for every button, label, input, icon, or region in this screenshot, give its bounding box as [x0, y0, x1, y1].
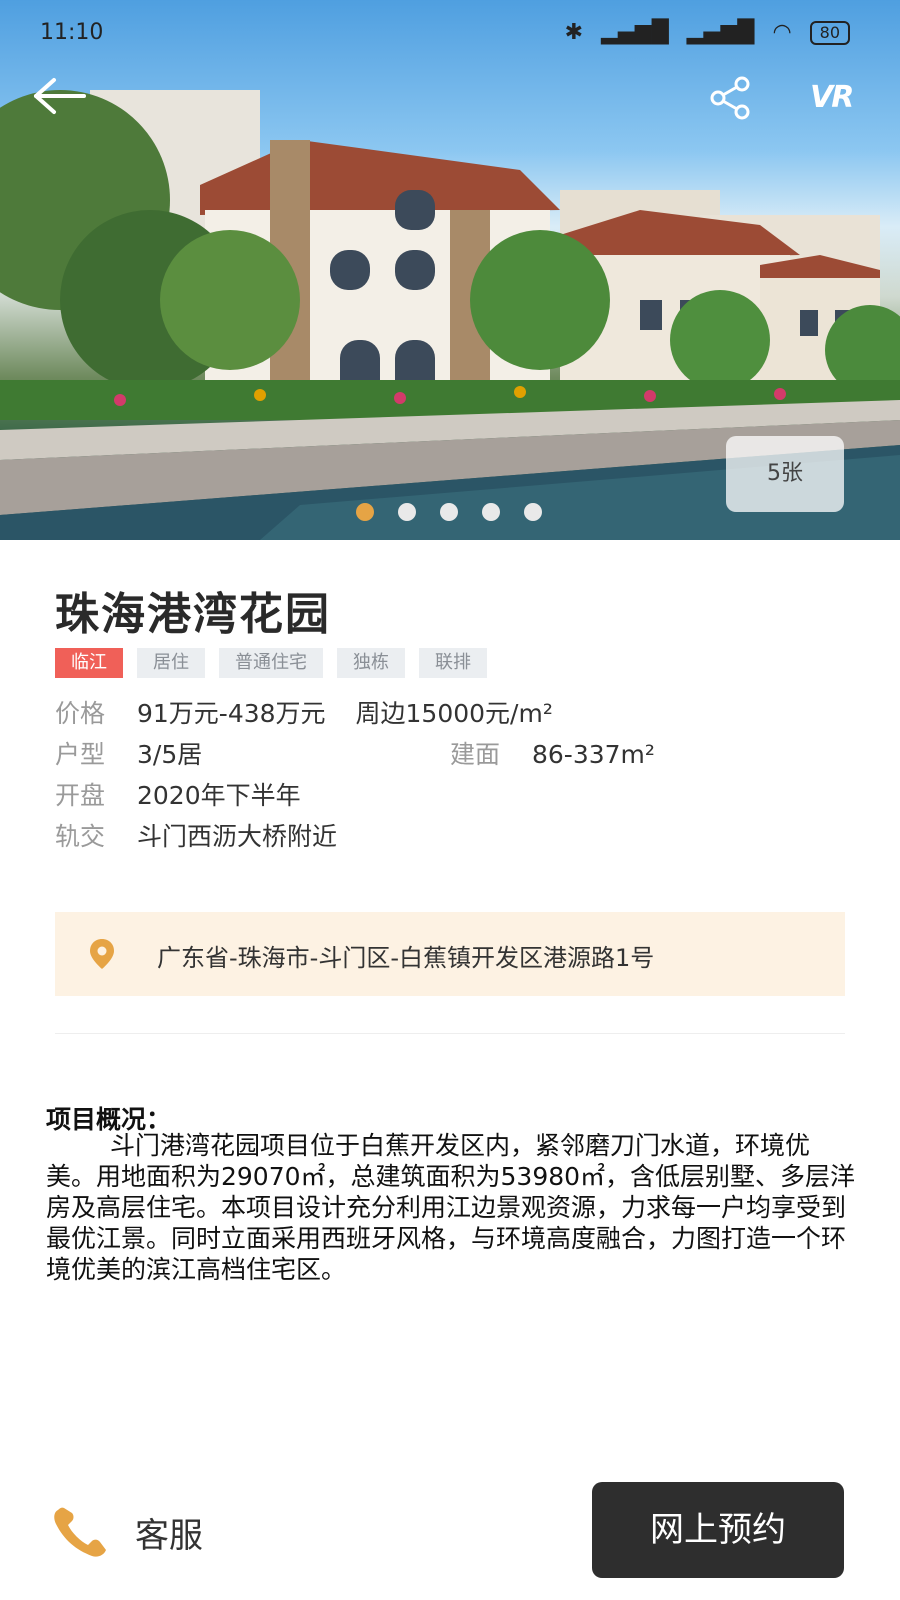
- phone-icon[interactable]: [52, 1506, 110, 1558]
- open-value: 2020年下半年: [137, 781, 301, 810]
- tag: 居住: [137, 648, 205, 678]
- bluetooth-icon: ✱: [564, 20, 584, 45]
- open-row: 开盘 2020年下半年: [55, 776, 301, 812]
- signal-icon: ▂▄▆█: [601, 20, 669, 45]
- price-row: 价格 91万元-438万元 周边15000元/m²: [55, 694, 553, 730]
- address-text: 广东省-珠海市-斗门区-白蕉镇开发区港源路1号: [157, 944, 655, 972]
- carousel-dots: [356, 503, 542, 521]
- tag-list: 临江 居住 普通住宅 独栋 联排: [55, 648, 487, 678]
- status-time: 11:10: [40, 20, 104, 45]
- price-label: 价格: [55, 699, 106, 728]
- wifi-icon: ◠: [772, 20, 792, 45]
- carousel-dot[interactable]: [482, 503, 500, 521]
- layout-label: 户型: [55, 740, 106, 769]
- location-pin-icon: [90, 939, 114, 969]
- carousel-dot[interactable]: [524, 503, 542, 521]
- transit-row: 轨交 斗门西沥大桥附近: [55, 817, 337, 853]
- transit-value: 斗门西沥大桥附近: [137, 822, 338, 851]
- overview-body: 斗门港湾花园项目位于白蕉开发区内，紧邻磨刀门水道，环境优美。用地面积为29070…: [46, 1131, 856, 1284]
- layout-value: 3/5居: [137, 740, 203, 769]
- area-row: 建面 86-337m²: [450, 735, 655, 771]
- divider: [55, 1033, 845, 1034]
- area-value: 86-337m²: [532, 740, 655, 769]
- carousel-dot[interactable]: [398, 503, 416, 521]
- address-card[interactable]: 广东省-珠海市-斗门区-白蕉镇开发区港源路1号: [55, 912, 845, 996]
- back-arrow-icon[interactable]: [30, 72, 90, 120]
- carousel-dot[interactable]: [440, 503, 458, 521]
- share-icon[interactable]: [708, 76, 752, 120]
- signal-icon-2: ▂▄▆█: [686, 20, 755, 45]
- price-value: 91万元-438万元: [137, 699, 326, 728]
- book-online-button[interactable]: 网上预约: [592, 1482, 844, 1578]
- tag: 独栋: [337, 648, 405, 678]
- vr-button[interactable]: VR: [810, 80, 854, 115]
- hero-image-carousel[interactable]: 11:10 ✱ ▂▄▆█ ▂▄▆█ ◠ 80 VR 5张: [0, 0, 900, 540]
- layout-row: 户型 3/5居: [55, 735, 202, 771]
- tag: 联排: [419, 648, 487, 678]
- open-label: 开盘: [55, 781, 106, 810]
- surround-price: 周边15000元/m²: [355, 699, 553, 728]
- transit-label: 轨交: [55, 822, 106, 851]
- area-label: 建面: [450, 740, 501, 769]
- tag: 临江: [55, 648, 123, 678]
- property-title: 珠海港湾花园: [55, 589, 331, 640]
- tag: 普通住宅: [219, 648, 323, 678]
- status-bar: 11:10 ✱ ▂▄▆█ ▂▄▆█ ◠ 80: [0, 0, 900, 66]
- carousel-dot[interactable]: [356, 503, 374, 521]
- customer-service-label[interactable]: 客服: [135, 1508, 203, 1557]
- battery-icon: 80: [809, 20, 850, 45]
- photo-count-badge[interactable]: 5张: [726, 436, 844, 512]
- status-icons: ✱ ▂▄▆█ ▂▄▆█ ◠ 80: [565, 20, 850, 45]
